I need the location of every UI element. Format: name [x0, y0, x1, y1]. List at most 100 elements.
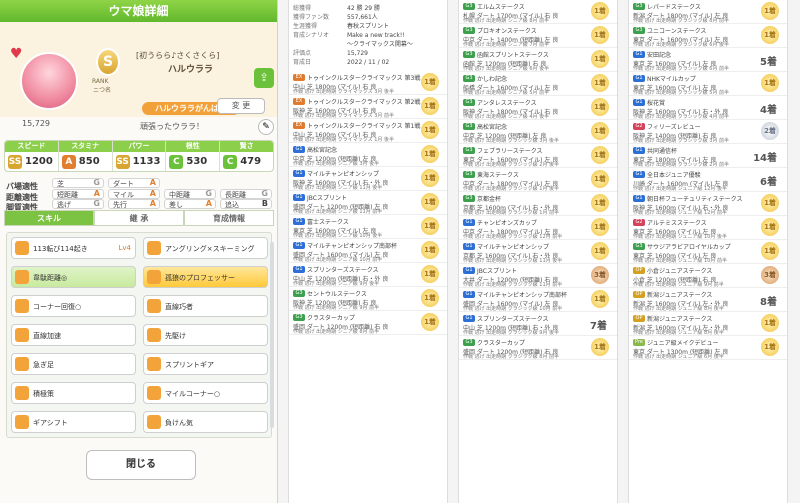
- skill-item[interactable]: 急ぎ足: [11, 353, 136, 375]
- share-icon[interactable]: ⇪: [254, 68, 274, 88]
- race-row[interactable]: G1 安田記念 東京 芝 1600m (マイル) 左 良作戦 逃げ 出走時期 クラシ…: [629, 48, 787, 72]
- window-title: ウマ娘詳細: [0, 0, 277, 22]
- race-row[interactable]: G2 アルテミスステークス 東京 芝 1600m (マイル) 左 良作戦 逃げ 出走…: [629, 216, 787, 240]
- aptitude-grade: G: [261, 188, 268, 198]
- race-row[interactable]: G1 マイルチャンピオンシップ南部杯 盛岡 ダート 1600m (マイル) 左 良作…: [289, 239, 447, 263]
- race-grade: G1: [633, 75, 645, 82]
- race-row[interactable]: G1 JBCスプリント 盛岡 ダート 1200m (短距離) 左 良作戦 逃げ 出走…: [289, 191, 447, 215]
- edit-icon[interactable]: ✎: [258, 119, 274, 135]
- skill-item[interactable]: アングリング×スキーミング: [143, 237, 268, 259]
- placement-badge: 1着: [421, 241, 439, 259]
- tab-1[interactable]: 継 承: [94, 210, 184, 226]
- skill-item[interactable]: 先駆け: [143, 324, 268, 346]
- skill-item[interactable]: 113転び114起き Lv4: [11, 237, 136, 259]
- race-name: スプリンターズステークス: [307, 267, 379, 274]
- aptitude-name: ダート: [113, 180, 134, 188]
- aptitude-grade: A: [149, 188, 156, 198]
- race-row[interactable]: G1 スプリンターズステークス 中山 芝 1200m (短距離) 右・外 良作戦 逃…: [459, 312, 617, 336]
- race-grade: G3: [463, 339, 475, 346]
- race-grade: EX: [293, 98, 305, 105]
- race-row[interactable]: G3 高松宮記念 中京 芝 1200m (短距離) 左 良作戦 逃げ 出走時期 クラ…: [459, 120, 617, 144]
- race-row[interactable]: G1 全日本ジュニア優駿 川崎 ダート 1600m (マイル) 左 良作戦 逃げ 出…: [629, 168, 787, 192]
- race-row[interactable]: G1 チャンピオンズカップ 中京 ダート 1800m (マイル) 左 良作戦 逃げ …: [459, 216, 617, 240]
- race-info: 作戦 逃げ 出走時期 シニア級 3月 後半: [293, 161, 380, 167]
- aptitude-grade: G: [205, 188, 212, 198]
- placement-badge: 1着: [591, 98, 609, 116]
- race-grade: G3: [633, 27, 645, 34]
- info-row: 育成シナリオ Make a new track!!: [293, 31, 443, 40]
- race-grade: G3: [633, 3, 645, 10]
- race-row[interactable]: G3 セントウルステークス 阪神 芝 1200m (短距離) 右 良作戦 逃げ 出走…: [289, 287, 447, 311]
- race-row[interactable]: G1 NHKマイルカップ 東京 芝 1600m (マイル) 左 良作戦 逃げ 出走時…: [629, 72, 787, 96]
- race-row[interactable]: G1 マイルチャンピオンシップ 阪神 芝 1600m (マイル) 右・外 良作戦 逃…: [289, 167, 447, 191]
- skill-item[interactable]: 孤狼のプロフェッサー: [143, 266, 268, 288]
- race-row[interactable]: G3 かしわ記念 船橋 ダート 1600m (マイル) 左 良作戦 逃げ 出走時期 …: [459, 72, 617, 96]
- stat-4: 賢さ C 479: [220, 141, 273, 171]
- race-row[interactable]: G3 レパードステークス 新潟 ダート 1800m (マイル) 左 良作戦 逃げ 出…: [629, 0, 787, 24]
- skill-scrollbar[interactable]: [270, 242, 274, 428]
- race-row[interactable]: OP 小倉ジュニアステークス 小倉 芝 1200m (短距離) 右 良作戦 逃げ 出…: [629, 264, 787, 288]
- skill-item[interactable]: コーナー回復○: [11, 295, 136, 317]
- race-row[interactable]: G3 フェブラリーステークス 東京 ダート 1600m (マイル) 左 良作戦 逃げ…: [459, 144, 617, 168]
- race-row[interactable]: G1 JBCスプリント 大井 ダート 1200m (短距離) 右 良作戦 逃げ 出走…: [459, 264, 617, 288]
- race-row[interactable]: G3 クラスターカップ 盛岡 ダート 1200m (短距離) 右 良作戦 逃げ 出走…: [289, 311, 447, 335]
- race-row[interactable]: EX トゥインクルスタークライマックス 第2戦 阪神 芝 1600m (マイル) 右…: [289, 95, 447, 119]
- skill-item[interactable]: 直線加速: [11, 324, 136, 346]
- race-row[interactable]: G3 ユニコーンステークス 東京 ダート 1600m (マイル) 左 良作戦 逃げ …: [629, 24, 787, 48]
- race-grade: G2: [633, 219, 645, 226]
- race-name: 安田記念: [647, 52, 672, 59]
- race-info: 作戦 逃げ 出走時期 シニア級 4月 後半: [463, 114, 550, 120]
- skill-item[interactable]: 韋駄距離◎: [11, 266, 136, 288]
- race-row[interactable]: G3 アンタレスステークス 阪神 ダート 1800m (マイル) 右 良作戦 逃げ …: [459, 96, 617, 120]
- race-history-panel-2: G3 エルムステークス 札幌 ダート 1700m (マイル) 右 良作戦 逃げ 出走…: [458, 0, 618, 503]
- skill-item[interactable]: スプリントギア: [143, 353, 268, 375]
- placement-badge: 1着: [591, 218, 609, 236]
- race-row[interactable]: G2 フィリーズレビュー 阪神 芝 1400m (短距離) 右 良作戦 逃げ 出走時…: [629, 120, 787, 144]
- avatar: [20, 52, 78, 110]
- race-row[interactable]: G3 エルムステークス 札幌 ダート 1700m (マイル) 右 良作戦 逃げ 出走…: [459, 0, 617, 24]
- race-row[interactable]: G3 プロキオンステークス 中京 ダート 1400m (短距離) 左 良作戦 逃げ …: [459, 24, 617, 48]
- race-row[interactable]: G1 富士ステークス 東京 芝 1600m (マイル) 左 良作戦 逃げ 出走時期 …: [289, 215, 447, 239]
- stat-0: スピード SS 1200: [5, 141, 59, 171]
- skill-item[interactable]: ギアシフト: [11, 411, 136, 433]
- aptitude-name: 短距離: [57, 190, 78, 199]
- tab-0[interactable]: スキル: [4, 210, 94, 226]
- skill-icon: [15, 270, 29, 284]
- race-row[interactable]: G3 東海ステークス 中京 ダート 1800m (マイル) 左 良作戦 逃げ 出走時…: [459, 168, 617, 192]
- placement-badge: 8着: [760, 297, 777, 308]
- skill-list: 113転び114起き Lv4 アングリング×スキーミング 韋駄距離◎ 孤狼のプロフェッサ…: [6, 232, 272, 438]
- close-button[interactable]: 閉じる: [86, 450, 196, 480]
- race-row[interactable]: G1 共同通信杯 東京 芝 1800m (マイル) 左 良作戦 逃げ 出走時期 クラ…: [629, 144, 787, 168]
- change-button[interactable]: 変 更: [217, 98, 265, 114]
- skill-item[interactable]: 直線巧者: [143, 295, 268, 317]
- race-row[interactable]: G1 桜花賞 阪神 芝 1600m (マイル) 右・外 良作戦 逃げ 出走時期 クラ…: [629, 96, 787, 120]
- race-name: 新潟ジュニアステークス: [647, 292, 713, 299]
- race-row[interactable]: G3 函館スプリントステークス 函館 芝 1200m (短距離) 右 良作戦 逃げ …: [459, 48, 617, 72]
- race-row[interactable]: EX トゥインクルスタークライマックス 第1戦 中山 芝 1600m (マイル) 右…: [289, 119, 447, 143]
- skill-item[interactable]: 積極策: [11, 382, 136, 404]
- placement-badge: 1着: [761, 194, 779, 212]
- race-grade: G1: [463, 243, 475, 250]
- race-row[interactable]: EX トゥインクルスタークライマックス 第3戦 中山 芝 1800m (マイル) 右…: [289, 71, 447, 95]
- skill-item[interactable]: 負けん気: [143, 411, 268, 433]
- race-row[interactable]: Pre ジュニア級メイクデビュー 東京 ダート 1300m (短距離) 左 良作戦 …: [629, 336, 787, 360]
- race-row[interactable]: G3 サウジアラビアロイヤルカップ 東京 芝 1600m (マイル) 左 良作戦 逃…: [629, 240, 787, 264]
- aptitude-name: 中距離: [169, 190, 190, 199]
- placement-badge: 1着: [761, 314, 779, 332]
- skill-name: 先駆け: [165, 332, 186, 340]
- race-row[interactable]: G1 マイルチャンピオンシップ 京都 芝 1600m (マイル) 右・外 良作戦 逃…: [459, 240, 617, 264]
- race-row[interactable]: OP 新潟ジュニアステークス 新潟 芝 1600m (マイル) 左・外 良作戦 逃げ…: [629, 288, 787, 312]
- skill-icon: [147, 299, 161, 313]
- race-row[interactable]: G1 スプリンターズステークス 中山 芝 1200m (短距離) 右・外 良作戦 逃…: [289, 263, 447, 287]
- race-row[interactable]: G1 朝日杯フューチュリティステークス 阪神 芝 1600m (マイル) 右・外 良…: [629, 192, 787, 216]
- aptitude-item: 中距離 G: [164, 188, 216, 199]
- race-row[interactable]: G1 高松宮記念 中京 芝 1200m (短距離) 左 良作戦 逃げ 出走時期 シニ…: [289, 143, 447, 167]
- race-row[interactable]: G3 京都金杯 京都 芝 1600m (マイル) 右・外 良作戦 逃げ 出走時期 ク…: [459, 192, 617, 216]
- race-row[interactable]: G1 マイルチャンピオンシップ南部杯 盛岡 ダート 1600m (マイル) 左 良作…: [459, 288, 617, 312]
- stat-2: パワー SS 1133: [112, 141, 167, 171]
- heart-icon[interactable]: ♥: [10, 46, 23, 62]
- race-row[interactable]: G3 クラスターカップ 盛岡 ダート 1200m (短距離) 右 良作戦 逃げ 出走…: [459, 336, 617, 360]
- skill-item[interactable]: マイルコーナー○: [143, 382, 268, 404]
- tab-2[interactable]: 育成情報: [184, 210, 274, 226]
- race-row[interactable]: OP 新潟ジュニアステークス 新潟 芝 1600m (マイル) 左・外 良作戦 逃げ…: [629, 312, 787, 336]
